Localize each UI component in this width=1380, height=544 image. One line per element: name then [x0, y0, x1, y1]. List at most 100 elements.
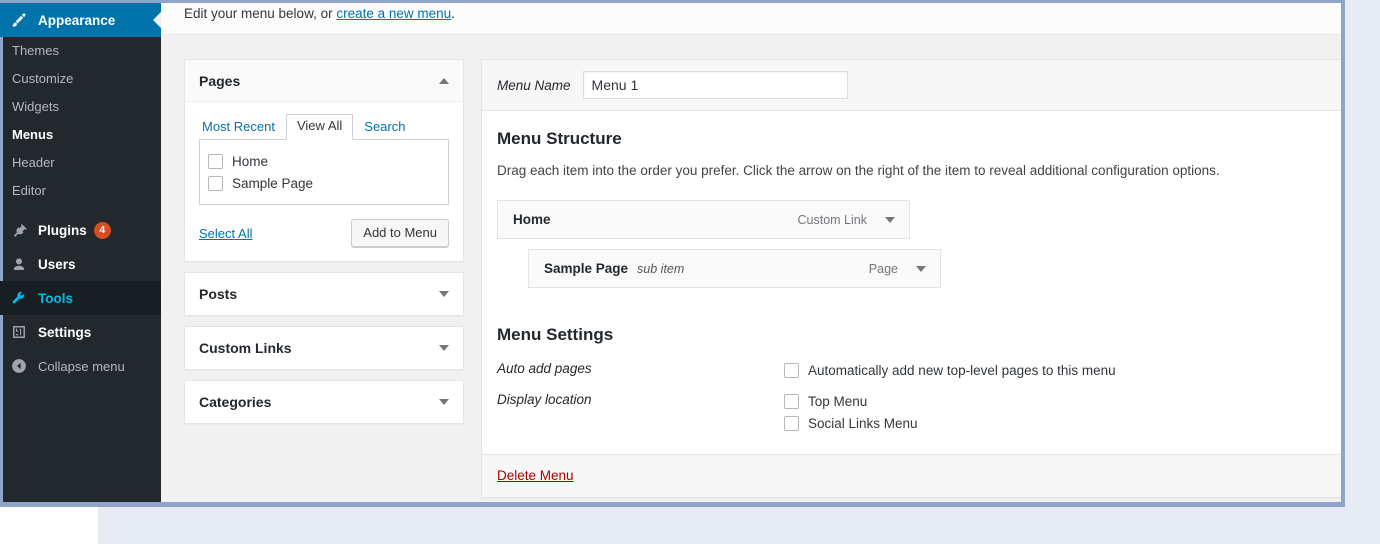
- page-backdrop-white-strip: [0, 505, 98, 544]
- accordion-categories-title: Categories: [199, 394, 272, 410]
- menu-item-type: Custom Link: [797, 212, 867, 227]
- list-item[interactable]: Social Links Menu: [784, 413, 918, 435]
- sidebar-item-appearance[interactable]: Appearance: [0, 3, 161, 37]
- sidebar-subitem-customize[interactable]: Customize: [0, 65, 161, 93]
- checkbox-top-menu[interactable]: [784, 394, 799, 410]
- notice-text: Edit your menu below, or create a new me…: [184, 6, 455, 21]
- menu-structure-title: Menu Structure: [497, 129, 622, 148]
- list-item[interactable]: Sample Page: [208, 172, 440, 194]
- add-menu-items-column: Pages Most Recent View All Search Home S…: [184, 59, 464, 434]
- create-new-menu-link[interactable]: create a new menu: [336, 6, 451, 21]
- sidebar-item-settings[interactable]: Settings: [0, 315, 161, 349]
- accordion-pages-header[interactable]: Pages: [185, 60, 463, 102]
- sidebar-subitem-editor[interactable]: Editor: [0, 177, 161, 205]
- tab-most-recent[interactable]: Most Recent: [199, 115, 286, 140]
- checkbox-top-menu-label: Top Menu: [808, 394, 868, 410]
- pages-panel-actions: Select All Add to Menu: [199, 219, 449, 247]
- menu-footer: Delete Menu: [482, 453, 1341, 497]
- plug-icon: [9, 220, 29, 240]
- menu-editor-column: Menu Name Menu Structure Drag each item …: [481, 59, 1341, 502]
- accordion-pages: Pages Most Recent View All Search Home S…: [184, 59, 464, 262]
- paintbrush-icon: [9, 10, 29, 30]
- sidebar-item-label: Appearance: [38, 12, 116, 28]
- setting-options: Top Menu Social Links Menu: [784, 391, 918, 435]
- accordion-pages-title: Pages: [199, 73, 241, 89]
- admin-sidebar: Appearance Themes Customize Widgets Menu…: [0, 3, 161, 502]
- chevron-down-icon[interactable]: [439, 291, 449, 297]
- menu-settings-title: Menu Settings: [497, 325, 614, 345]
- browser-window-frame: Appearance Themes Customize Widgets Menu…: [0, 0, 1345, 507]
- collapse-menu-label: Collapse menu: [38, 358, 125, 374]
- chevron-down-icon[interactable]: [439, 399, 449, 405]
- collapse-menu-button[interactable]: Collapse menu: [0, 349, 161, 383]
- setting-row-display-location: Display location Top Menu Social Links M…: [497, 391, 1326, 435]
- sidebar-item-label: Settings: [38, 324, 92, 340]
- tab-view-all[interactable]: View All: [285, 114, 354, 140]
- accordion-custom-links-header[interactable]: Custom Links: [185, 327, 463, 369]
- checkbox-auto-add-pages[interactable]: [784, 363, 799, 379]
- sidebar-subitem-themes[interactable]: Themes: [0, 37, 161, 65]
- delete-menu-link[interactable]: Delete Menu: [497, 468, 574, 483]
- chevron-up-icon[interactable]: [439, 77, 449, 84]
- menu-management-panel: Menu Name Menu Structure Drag each item …: [481, 59, 1341, 498]
- pages-tabs: Most Recent View All Search: [199, 114, 449, 140]
- accordion-posts-title: Posts: [199, 286, 238, 302]
- sidebar-item-label: Tools: [38, 290, 73, 306]
- accordion-posts-header[interactable]: Posts: [185, 273, 463, 315]
- menu-body: Menu Structure Drag each item into the o…: [482, 111, 1341, 454]
- sliders-icon: [9, 322, 29, 342]
- user-icon: [9, 254, 29, 274]
- select-all-link[interactable]: Select All: [199, 226, 252, 241]
- menu-item-title: Home: [513, 212, 551, 228]
- accordion-categories: Categories: [184, 380, 464, 424]
- checkbox-auto-add-pages-label: Automatically add new top-level pages to…: [808, 363, 1116, 379]
- checkbox-home-label: Home: [232, 153, 269, 169]
- sidebar-item-plugins[interactable]: Plugins 4: [0, 213, 161, 247]
- menu-item-sub-label: sub item: [637, 261, 685, 276]
- menu-item-row[interactable]: Sample Page sub item Page: [528, 249, 941, 289]
- accordion-posts: Posts: [184, 272, 464, 316]
- tab-search[interactable]: Search: [353, 115, 416, 140]
- setting-options: Automatically add new top-level pages to…: [784, 360, 1116, 382]
- menu-settings-block: Menu Settings Auto add pages Automatical…: [497, 325, 1326, 453]
- add-to-menu-button[interactable]: Add to Menu: [351, 219, 449, 247]
- menu-name-label: Menu Name: [497, 77, 571, 93]
- checkbox-sample-page[interactable]: [208, 175, 223, 191]
- sidebar-subitem-menus[interactable]: Menus: [0, 121, 161, 149]
- notice-text-before: Edit your menu below, or: [184, 6, 337, 21]
- accordion-custom-links-title: Custom Links: [199, 340, 292, 356]
- setting-label: Display location: [497, 391, 592, 407]
- list-item[interactable]: Home: [208, 150, 440, 172]
- menu-item-meta: Custom Link: [798, 213, 909, 227]
- sidebar-current-arrow-icon: [153, 12, 161, 28]
- sidebar-separator: [0, 205, 161, 213]
- notice-bar: Edit your menu below, or create a new me…: [161, 3, 1341, 35]
- plugins-update-badge: 4: [93, 221, 111, 239]
- collapse-arrow-icon: [9, 356, 29, 376]
- checkbox-home[interactable]: [208, 153, 223, 169]
- menu-item-sub-indent: Sample Page sub item Page: [497, 249, 1326, 289]
- notice-text-after: .: [451, 6, 455, 21]
- wrench-icon: [9, 288, 29, 308]
- sidebar-subitem-widgets[interactable]: Widgets: [0, 93, 161, 121]
- menu-item-row[interactable]: Home Custom Link: [497, 200, 910, 240]
- menu-item-title: Sample Page: [544, 261, 629, 277]
- setting-row-auto-add-pages: Auto add pages Automatically add new top…: [497, 360, 1326, 382]
- sidebar-item-label: Plugins: [38, 222, 87, 238]
- sidebar-item-users[interactable]: Users: [0, 247, 161, 281]
- menu-name-row: Menu Name: [482, 60, 1341, 111]
- chevron-down-icon[interactable]: [439, 345, 449, 351]
- checkbox-sample-page-label: Sample Page: [232, 175, 314, 191]
- chevron-down-icon[interactable]: [885, 216, 895, 223]
- sidebar-item-label: Users: [38, 256, 76, 272]
- sidebar-subitem-header[interactable]: Header: [0, 149, 161, 177]
- appearance-submenu: Themes Customize Widgets Menus Header Ed…: [0, 37, 161, 205]
- checkbox-social-links-menu[interactable]: [784, 416, 799, 432]
- sidebar-item-tools[interactable]: Tools: [0, 281, 161, 315]
- chevron-down-icon[interactable]: [916, 265, 926, 272]
- menu-name-input[interactable]: [582, 71, 848, 99]
- list-item[interactable]: Top Menu: [784, 391, 918, 413]
- list-item[interactable]: Automatically add new top-level pages to…: [784, 360, 1116, 382]
- accordion-categories-header[interactable]: Categories: [185, 381, 463, 423]
- accordion-pages-body: Most Recent View All Search Home Sample …: [185, 102, 463, 261]
